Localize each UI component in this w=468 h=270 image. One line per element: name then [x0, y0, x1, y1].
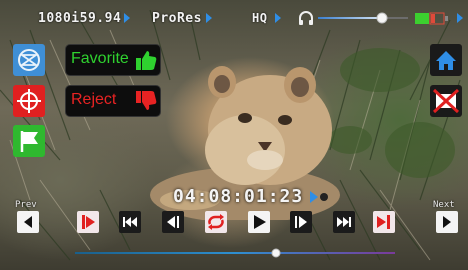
prev-icon	[24, 216, 32, 228]
skip-forward-button[interactable]	[333, 211, 355, 233]
no-video-button[interactable]	[430, 85, 462, 117]
timecode-display: 04:08:01:23	[173, 186, 304, 207]
battery-chevron-icon[interactable]	[457, 13, 463, 23]
video-format-label: 1080i59.94	[38, 11, 122, 26]
prev-label: Prev	[15, 200, 37, 210]
favorite-button[interactable]: Favorite	[65, 44, 161, 76]
loop-icon	[208, 214, 224, 230]
home-icon	[436, 51, 456, 70]
step-forward-icon	[295, 216, 307, 228]
headphones-icon	[299, 11, 313, 25]
next-button[interactable]	[436, 211, 458, 233]
battery-icon	[415, 12, 448, 25]
skip-forward-icon	[337, 217, 351, 227]
timelapse-icon	[18, 49, 40, 71]
mark-in-button[interactable]	[77, 211, 99, 233]
loop-button[interactable]	[205, 211, 227, 233]
top-status-bar: 1080i59.94 ProRes HQ	[0, 0, 468, 40]
mark-out-button[interactable]	[373, 211, 395, 233]
format-chevron-icon[interactable]	[124, 13, 130, 23]
playback-scrub-bar[interactable]	[75, 246, 395, 260]
skip-back-icon	[123, 217, 137, 227]
video-preview: 1080i59.94 ProRes HQ Favorite Reject 04:…	[0, 0, 468, 270]
next-label: Next	[433, 200, 455, 210]
next-icon	[443, 216, 451, 228]
grass-background	[0, 9, 461, 261]
quality-chevron-icon[interactable]	[275, 13, 281, 23]
play-icon	[254, 215, 266, 229]
codec-chevron-icon[interactable]	[206, 13, 212, 23]
timecode-chevron-icon[interactable]	[308, 190, 330, 204]
step-back-icon	[167, 216, 179, 228]
play-button[interactable]	[248, 211, 270, 233]
no-video-icon	[432, 88, 460, 114]
thumbs-down-icon	[136, 91, 157, 110]
volume-slider[interactable]	[318, 12, 410, 24]
home-button[interactable]	[430, 44, 462, 76]
thumbs-up-icon	[136, 51, 157, 70]
quality-label: HQ	[252, 11, 268, 25]
step-forward-button[interactable]	[290, 211, 312, 233]
reject-label: Reject	[71, 91, 117, 108]
prev-button[interactable]	[17, 211, 39, 233]
mark-out-icon	[377, 215, 390, 229]
skip-back-button[interactable]	[119, 211, 141, 233]
mark-in-icon	[82, 215, 95, 229]
crosshair-icon	[17, 89, 41, 113]
codec-label: ProRes	[152, 11, 202, 26]
flag-button[interactable]	[13, 125, 45, 157]
flag-icon	[20, 131, 38, 152]
reject-button[interactable]: Reject	[65, 85, 161, 117]
crosshair-button[interactable]	[13, 85, 45, 117]
favorite-label: Favorite	[71, 50, 129, 67]
timelapse-button[interactable]	[13, 44, 45, 76]
step-back-button[interactable]	[162, 211, 184, 233]
